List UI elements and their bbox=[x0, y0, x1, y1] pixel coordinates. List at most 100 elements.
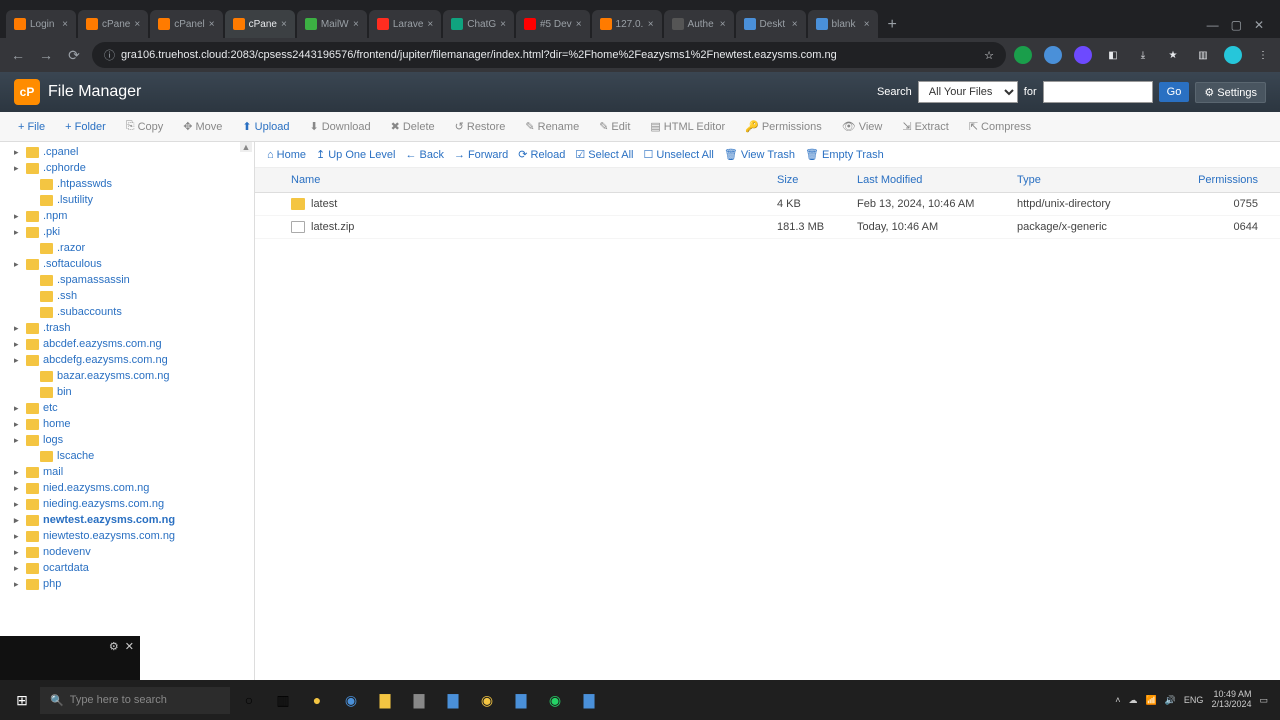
compress-button[interactable]: ⇱Compress bbox=[961, 116, 1039, 137]
tree-item[interactable]: ▸etc bbox=[0, 400, 254, 416]
tree-item[interactable]: ▸.pki bbox=[0, 224, 254, 240]
tree-item[interactable]: ▸.trash bbox=[0, 320, 254, 336]
unselect-all-button[interactable]: ☐Unselect All bbox=[644, 148, 714, 161]
browser-tab[interactable]: Authe× bbox=[664, 10, 734, 38]
expand-icon[interactable]: ▸ bbox=[14, 579, 24, 590]
browser-tab[interactable]: cPane× bbox=[225, 10, 295, 38]
view-button[interactable]: 👁View bbox=[834, 116, 891, 137]
go-button[interactable]: Go bbox=[1159, 82, 1190, 102]
expand-icon[interactable]: ▸ bbox=[14, 163, 24, 174]
permissions-button[interactable]: 🔑Permissions bbox=[737, 116, 830, 137]
expand-icon[interactable]: ▸ bbox=[14, 211, 24, 222]
bookmarks-icon[interactable]: ★ bbox=[1164, 46, 1182, 64]
tree-item[interactable]: ▸nieding.eazysms.com.ng bbox=[0, 496, 254, 512]
select-all-button[interactable]: ☑Select All bbox=[575, 148, 633, 161]
browser-tab[interactable]: Larave× bbox=[369, 10, 441, 38]
close-icon[interactable]: × bbox=[500, 19, 506, 30]
close-icon[interactable]: × bbox=[576, 19, 582, 30]
bookmark-icon[interactable]: ☆ bbox=[984, 49, 994, 62]
close-icon[interactable]: × bbox=[864, 19, 870, 30]
close-icon[interactable]: × bbox=[134, 19, 140, 30]
expand-icon[interactable]: ▸ bbox=[14, 563, 24, 574]
browser-tab[interactable]: 127.0.× bbox=[592, 10, 662, 38]
tree-item[interactable]: .razor bbox=[0, 240, 254, 256]
browser-tab[interactable]: cPanel× bbox=[150, 10, 222, 38]
browser-tab[interactable]: blank× bbox=[808, 10, 878, 38]
close-icon[interactable]: × bbox=[209, 19, 215, 30]
minimize-icon[interactable]: — bbox=[1207, 18, 1219, 32]
close-icon[interactable]: × bbox=[648, 19, 654, 30]
expand-icon[interactable]: ▸ bbox=[14, 227, 24, 238]
expand-icon[interactable]: ▸ bbox=[14, 355, 24, 366]
downloads-icon[interactable]: ⤓ bbox=[1134, 46, 1152, 64]
close-icon[interactable]: × bbox=[353, 19, 359, 30]
store-icon[interactable]: ▇ bbox=[404, 685, 434, 715]
taskbar-search[interactable]: 🔍 Type here to search bbox=[40, 687, 230, 714]
tree-item[interactable]: ▸.cpanel bbox=[0, 144, 254, 160]
close-icon[interactable]: × bbox=[281, 19, 287, 30]
ext-icon[interactable] bbox=[1014, 46, 1032, 64]
lang-indicator[interactable]: ENG bbox=[1184, 695, 1204, 705]
expand-icon[interactable]: ▸ bbox=[14, 467, 24, 478]
notifications-icon[interactable]: ▭ bbox=[1259, 695, 1268, 706]
expand-icon[interactable]: ▸ bbox=[14, 531, 24, 542]
tree-item[interactable]: ▸niewtesto.eazysms.com.ng bbox=[0, 528, 254, 544]
url-bar[interactable]: ⓘ gra106.truehost.cloud:2083/cpsess24431… bbox=[92, 42, 1006, 68]
browser-tab[interactable]: #5 Dev× bbox=[516, 10, 590, 38]
profile-icon[interactable] bbox=[1224, 46, 1242, 64]
reload-icon[interactable]: ⟳ bbox=[64, 47, 84, 64]
file-button[interactable]: +File bbox=[10, 117, 53, 137]
view-trash-button[interactable]: 🗑View Trash bbox=[724, 148, 795, 161]
mail-icon[interactable]: ▇ bbox=[438, 685, 468, 715]
extensions-icon[interactable]: ◧ bbox=[1104, 46, 1122, 64]
col-name[interactable]: Name bbox=[267, 174, 777, 186]
expand-icon[interactable]: ▸ bbox=[14, 435, 24, 446]
expand-icon[interactable]: ▸ bbox=[14, 483, 24, 494]
scroll-up-icon[interactable]: ▲ bbox=[240, 142, 252, 152]
col-permissions[interactable]: Permissions bbox=[1167, 174, 1268, 186]
expand-icon[interactable]: ▸ bbox=[14, 499, 24, 510]
ext-icon[interactable] bbox=[1044, 46, 1062, 64]
browser-tab[interactable]: cPane× bbox=[78, 10, 148, 38]
expand-icon[interactable]: ▸ bbox=[14, 547, 24, 558]
tree-item[interactable]: ▸newtest.eazysms.com.ng bbox=[0, 512, 254, 528]
browser-tab[interactable]: Deskt× bbox=[736, 10, 806, 38]
reload-button[interactable]: ⟳Reload bbox=[518, 148, 565, 161]
maximize-icon[interactable]: ▢ bbox=[1231, 18, 1242, 32]
rename-button[interactable]: ✎Rename bbox=[517, 116, 587, 137]
wifi-icon[interactable]: 📶 bbox=[1145, 695, 1156, 706]
tree-item[interactable]: .lsutility bbox=[0, 192, 254, 208]
col-type[interactable]: Type bbox=[1017, 174, 1167, 186]
tree-item[interactable]: ▸logs bbox=[0, 432, 254, 448]
back-icon[interactable]: ← bbox=[8, 47, 28, 63]
folder-tree-sidebar[interactable]: ▲ ▸.cpanel▸.cphorde.htpasswds.lsutility ▸… bbox=[0, 142, 255, 680]
clock[interactable]: 10:49 AM 2/13/2024 bbox=[1211, 690, 1251, 710]
close-icon[interactable]: × bbox=[427, 19, 433, 30]
restore-button[interactable]: ↺Restore bbox=[447, 116, 514, 137]
html-editor-button[interactable]: ▤HTML Editor bbox=[642, 116, 733, 137]
close-icon[interactable]: × bbox=[720, 19, 726, 30]
empty-trash-button[interactable]: 🗑Empty Trash bbox=[805, 148, 884, 161]
app-icon[interactable]: ● bbox=[302, 685, 332, 715]
tree-item[interactable]: .htpasswds bbox=[0, 176, 254, 192]
tree-item[interactable]: ▸.cphorde bbox=[0, 160, 254, 176]
tree-item[interactable]: .subaccounts bbox=[0, 304, 254, 320]
settings-button[interactable]: ⚙ Settings bbox=[1195, 82, 1266, 103]
close-icon[interactable]: ✕ bbox=[1254, 18, 1264, 32]
search-scope-select[interactable]: All Your Files bbox=[918, 81, 1018, 103]
browser-tab[interactable]: ChatG× bbox=[443, 10, 514, 38]
tree-item[interactable]: ▸nodevenv bbox=[0, 544, 254, 560]
taskview-icon[interactable]: ▥ bbox=[268, 685, 298, 715]
forward-icon[interactable]: → bbox=[36, 47, 56, 63]
gear-icon[interactable]: ⚙ bbox=[109, 640, 119, 653]
onedrive-icon[interactable]: ☁ bbox=[1128, 695, 1137, 706]
tree-item[interactable]: ▸abcdef.eazysms.com.ng bbox=[0, 336, 254, 352]
whatsapp-icon[interactable]: ◉ bbox=[540, 685, 570, 715]
expand-icon[interactable]: ▸ bbox=[14, 339, 24, 350]
col-modified[interactable]: Last Modified bbox=[857, 174, 1017, 186]
volume-icon[interactable]: 🔊 bbox=[1165, 695, 1176, 706]
move-button[interactable]: ✥Move bbox=[175, 116, 230, 137]
tree-item[interactable]: ▸home bbox=[0, 416, 254, 432]
close-icon[interactable]: ✕ bbox=[125, 640, 134, 653]
expand-icon[interactable]: ▸ bbox=[14, 515, 24, 526]
